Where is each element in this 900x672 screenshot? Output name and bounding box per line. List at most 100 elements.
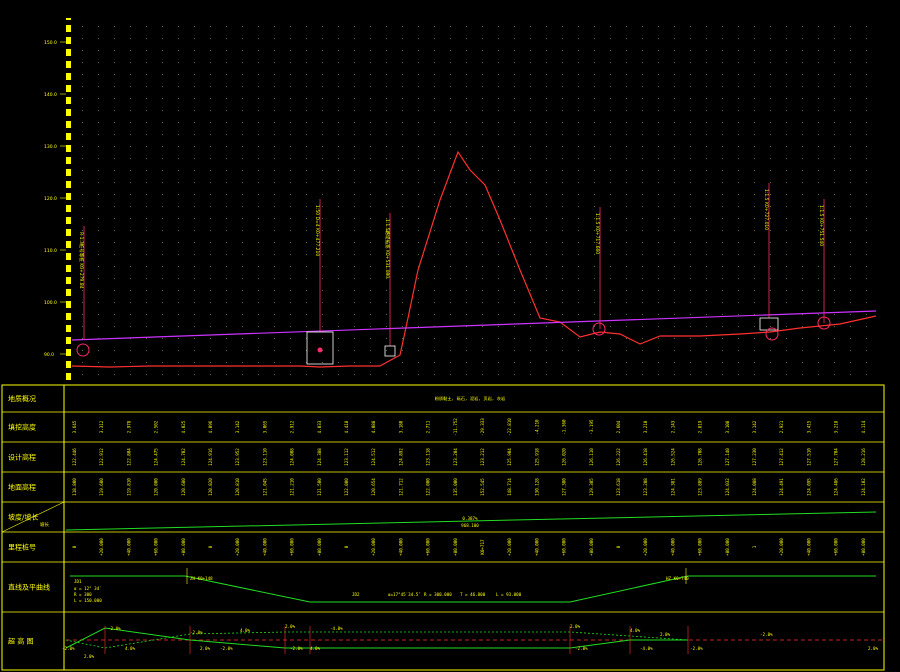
elevation-ruler: 150.0 140.0 130.0 120.0 110.0 100.0 90.0 [44,18,71,385]
superelevation-label: 4.0% [630,628,641,633]
ground-elevation-value: 120.810 [235,478,240,496]
ground-elevation-value: 123.889 [698,478,703,496]
cut-fill-value: -1.360 [562,419,567,435]
superelevation-label: -2.0% [220,646,233,651]
station-value: +60.000 [290,538,295,556]
station-value: +40.000 [670,538,675,556]
station-value: K0+717 [480,539,485,555]
ground-elevation-value: 120.820 [208,478,213,496]
curve-tag-left: ZH K0+148 [190,576,213,581]
design-elevation-value: 124.702 [181,448,186,466]
ruler-segment [66,164,71,169]
curve-mid-text: L = 93.000 [496,592,522,597]
superelevation-label: -2.0% [62,646,75,651]
design-elevation-value: 127.230 [752,448,757,466]
station-value: +40.000 [534,538,539,556]
y-tick-label: 120.0 [44,196,57,202]
design-grade-line [71,310,877,341]
table-row-label: 设计高程 [8,453,36,462]
cut-fill-value: -11.752 [453,418,458,436]
ground-elevation-value: 124.486 [834,478,839,496]
design-elevation-value: 126.708 [698,448,703,466]
ruler-segment [66,380,71,385]
y-tick-label: 150.0 [44,40,57,46]
design-elevation-value: 125.904 [507,448,512,466]
cut-fill-value: 4.025 [181,420,186,433]
ruler-segment [66,212,71,217]
station-value: +60.000 [834,538,839,556]
ground-elevation-value: 124.381 [670,478,675,496]
grid-dots [82,26,867,375]
ruler-segment [66,200,71,205]
design-elevation-value: 127.704 [834,448,839,466]
station-annotation: R-1:3桩号等桩 K0+279.84 [78,232,85,289]
design-elevation-value: 126.110 [589,448,594,466]
curve-param: L = 150.000 [74,598,102,603]
design-elevation-value: 126.524 [670,448,675,466]
design-elevation-value: 128.216 [861,448,866,466]
ground-elevation-value: 123.208 [643,478,648,496]
ruler-segment [66,128,71,133]
station-annotation: 1:1.5路堤拓宽 K0+531.080 [384,219,391,278]
ruler-segment [66,92,71,97]
ground-elevation-value: 120.654 [371,478,376,496]
cut-fill-value: 3.645 [72,420,77,433]
design-elevation-value: 124.388 [317,448,322,466]
station-value: +80.000 [181,538,186,556]
design-elevation-value: 125.918 [534,448,539,466]
cut-fill-value: 3.180 [398,420,403,433]
station-value: +60.000 [154,538,159,556]
ruler-segment [66,368,71,373]
design-elevation-value: 123.112 [344,448,349,466]
table-row-label: 地质概况 [8,394,36,403]
design-elevation-value: 122.446 [72,448,77,466]
ground-elevation-value: 129.305 [589,478,594,496]
station-value: +20.000 [235,538,240,556]
table-row-label: 地面高程 [8,483,36,492]
superelevation-label: -2.0% [108,626,121,631]
curve-start-label: JD1 [74,579,82,584]
cut-fill-value: 3.108 [725,420,730,433]
ruler-segment [66,272,71,277]
station-value: +20.000 [99,538,104,556]
station-value: 0 [344,545,349,548]
cut-fill-value: 2.711 [426,420,431,433]
ground-elevation-value: 148.714 [507,478,512,496]
cut-fill-value: 4.418 [344,420,349,433]
ruler-segment [66,236,71,241]
station-value: +20.000 [507,538,512,556]
ruler-segment [66,224,71,229]
design-elevation-value: 127.412 [779,448,784,466]
ruler-segment [66,332,71,337]
table-row-label: 坡度/坡长 [8,513,38,522]
station-value: +80.000 [861,538,866,556]
ruler-segment [66,56,71,61]
station-value: +40.000 [262,538,267,556]
superelevation-label: 2.0% [200,646,211,651]
superelevation-label: 2.0% [660,632,671,637]
station-value: +80.000 [453,538,458,556]
cut-fill-value: 2.502 [154,420,159,433]
table-row-label: 里程桩号 [8,543,36,552]
superelevation-label: -2.0% [575,646,588,651]
ground-elevation-value: 122.000 [426,478,431,496]
design-elevation-value: 124.916 [208,448,213,466]
ruler-segment [66,356,71,361]
station-value: 0 [208,545,213,548]
cut-fill-value: 2.978 [126,420,131,433]
y-tick-label: 90.0 [44,352,54,358]
y-tick-label: 100.0 [44,300,57,306]
cut-fill-value: 2.604 [616,420,621,433]
profile-data-table: 地质概况填挖高度设计高程地面高程坡度/坡长里程桩号直线及平曲线超 高 图 粉质黏土… [1,384,885,671]
ground-elevation-value: 124.491 [779,478,784,496]
station-value: +80.000 [725,538,730,556]
grade-value: 0.387% [462,516,478,521]
table-row-label: 填挖高度 [8,423,36,432]
ground-elevation-value: 120.680 [181,478,186,496]
ground-elevation-value: 123.618 [616,478,621,496]
superelevation-label: -4.0% [640,646,653,651]
design-elevation-value: 123.110 [262,448,267,466]
ground-elevation-value: 121.045 [262,478,267,496]
table-row-label: 超 高 图 [8,637,33,646]
design-elevation-value: 122.912 [99,448,104,466]
